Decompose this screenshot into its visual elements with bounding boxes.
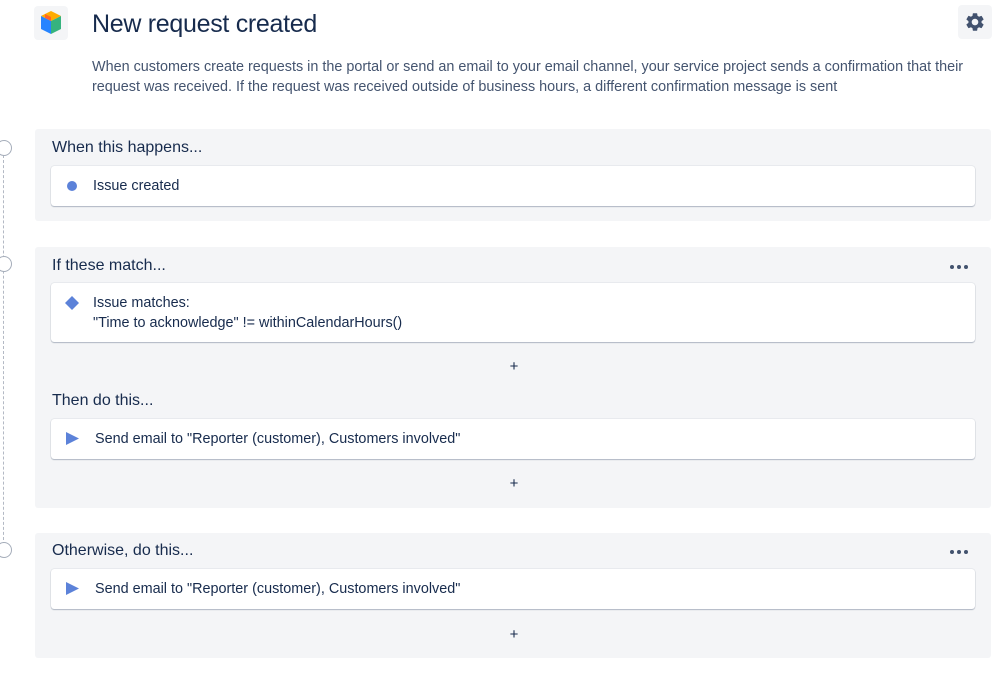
trigger-section-title: When this happens... [52, 139, 203, 156]
condition-section-title: If these match... [52, 257, 166, 274]
flow-node-otherwise [0, 542, 12, 558]
condition-label-line2: "Time to acknowledge" != withinCalendarH… [93, 315, 403, 331]
then-action-card[interactable]: Send email to "Reporter (customer), Cust… [51, 419, 975, 459]
play-icon [66, 432, 79, 445]
then-action-label: Send email to "Reporter (customer), Cust… [95, 431, 461, 447]
otherwise-section-title: Otherwise, do this... [52, 542, 194, 559]
otherwise-more-button[interactable] [945, 544, 973, 560]
page-title: New request created [92, 10, 317, 38]
add-otherwise-action-button[interactable]: + [502, 625, 526, 645]
flow-rail [0, 140, 12, 558]
rule-description: When customers create requests in the po… [92, 59, 964, 95]
diamond-icon [65, 296, 79, 310]
otherwise-action-card[interactable]: Send email to "Reporter (customer), Cust… [51, 569, 975, 609]
condition-card[interactable]: Issue matches: "Time to acknowledge" != … [51, 283, 975, 342]
otherwise-section: Otherwise, do this... Send email to "Rep… [35, 533, 991, 658]
trigger-card[interactable]: Issue created [51, 166, 975, 206]
add-then-action-button[interactable]: + [502, 474, 526, 494]
settings-button[interactable] [958, 5, 992, 39]
gear-icon [966, 13, 984, 31]
trigger-label: Issue created [93, 178, 180, 194]
service-project-cube-icon [34, 6, 68, 40]
flow-node-condition [0, 256, 12, 272]
condition-label-line1: Issue matches: [93, 295, 190, 311]
condition-more-button[interactable] [945, 259, 973, 275]
then-title: Then do this... [52, 392, 154, 409]
otherwise-action-label: Send email to "Reporter (customer), Cust… [95, 581, 461, 597]
condition-section: If these match... Issue matches: "Time t… [35, 247, 991, 508]
flow-node-trigger [0, 140, 12, 156]
add-condition-button[interactable]: + [502, 357, 526, 377]
play-icon [66, 582, 79, 595]
circle-icon [67, 181, 77, 191]
trigger-section: When this happens... Issue created [35, 129, 991, 221]
